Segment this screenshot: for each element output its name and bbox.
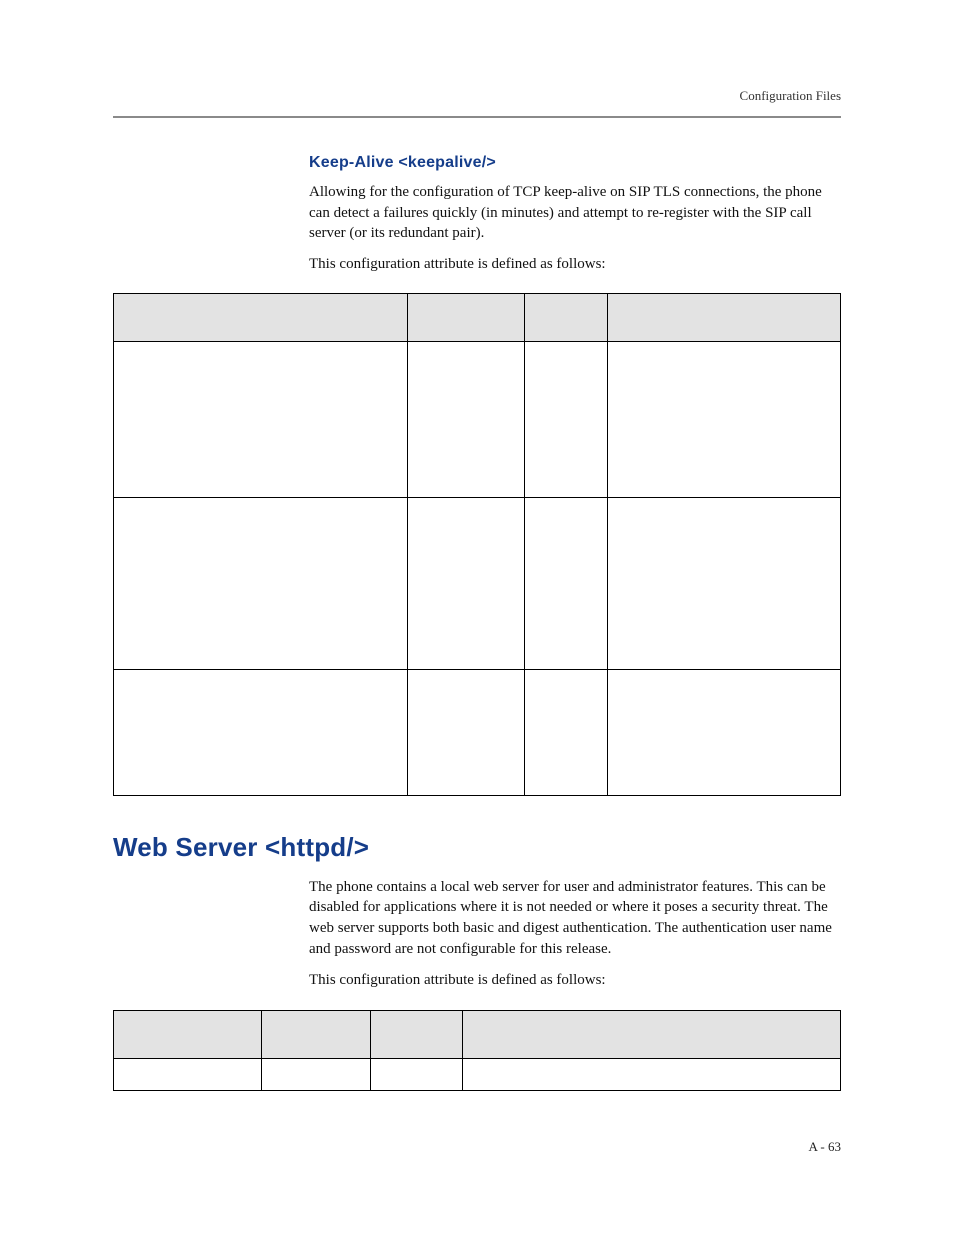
keep-alive-paragraph-1: Allowing for the configuration of TCP ke… xyxy=(309,182,841,244)
web-server-heading: Web Server <httpd/> xyxy=(113,832,841,863)
page-number: A - 63 xyxy=(809,1139,842,1155)
header-rule xyxy=(113,116,841,118)
keep-alive-table xyxy=(113,293,841,796)
table-header-cell xyxy=(114,293,408,341)
table-cell xyxy=(408,497,524,669)
table-cell xyxy=(408,341,524,497)
table-header-row xyxy=(114,293,841,341)
table-cell xyxy=(371,1059,463,1091)
keep-alive-paragraph-2: This configuration attribute is defined … xyxy=(309,254,841,275)
table-cell xyxy=(114,497,408,669)
running-head: Configuration Files xyxy=(113,88,841,104)
table-cell xyxy=(524,341,608,497)
table-row xyxy=(114,341,841,497)
table-header-cell xyxy=(262,1011,371,1059)
keep-alive-heading: Keep-Alive <keepalive/> xyxy=(309,154,841,172)
table-row xyxy=(114,497,841,669)
table-header-cell xyxy=(114,1011,262,1059)
table-cell xyxy=(462,1059,840,1091)
table-header-cell xyxy=(371,1011,463,1059)
table-cell xyxy=(262,1059,371,1091)
table-row xyxy=(114,1059,841,1091)
web-server-paragraph-1: The phone contains a local web server fo… xyxy=(309,877,841,960)
table-cell xyxy=(608,341,841,497)
web-server-table xyxy=(113,1010,841,1091)
table-row xyxy=(114,669,841,795)
table-header-cell xyxy=(608,293,841,341)
table-header-cell xyxy=(524,293,608,341)
table-cell xyxy=(524,497,608,669)
table-cell xyxy=(524,669,608,795)
web-server-paragraph-2: This configuration attribute is defined … xyxy=(309,970,841,991)
table-cell xyxy=(114,1059,262,1091)
table-cell xyxy=(408,669,524,795)
table-cell xyxy=(608,497,841,669)
table-header-row xyxy=(114,1011,841,1059)
table-cell xyxy=(114,669,408,795)
table-header-cell xyxy=(408,293,524,341)
table-cell xyxy=(608,669,841,795)
table-header-cell xyxy=(462,1011,840,1059)
table-cell xyxy=(114,341,408,497)
